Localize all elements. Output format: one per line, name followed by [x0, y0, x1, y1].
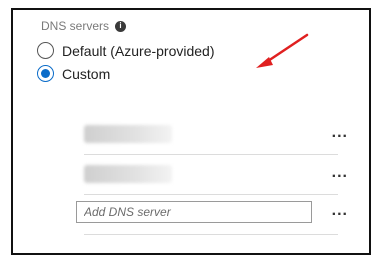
radio-custom[interactable]: Custom — [37, 65, 110, 82]
radio-default-label[interactable]: Default (Azure-provided) — [62, 43, 215, 59]
more-options-button[interactable]: ... — [332, 125, 348, 141]
more-options-button[interactable]: ... — [332, 203, 348, 219]
row-divider — [84, 154, 338, 155]
add-dns-server-input[interactable] — [76, 201, 312, 223]
dns-server-row: ... — [72, 119, 348, 155]
radio-selected-dot-icon — [41, 69, 50, 78]
more-options-button[interactable]: ... — [332, 165, 348, 181]
dns-servers-heading: DNS servers i — [41, 19, 127, 33]
dns-servers-label: DNS servers — [41, 19, 110, 33]
add-dns-server-row: ... — [72, 199, 348, 235]
dns-server-value-redacted — [84, 165, 172, 183]
row-divider — [84, 194, 338, 195]
dns-server-value-redacted — [84, 125, 172, 143]
radio-custom-label[interactable]: Custom — [62, 66, 110, 82]
dns-server-row: ... — [72, 159, 348, 195]
radio-default-azure[interactable]: Default (Azure-provided) — [37, 42, 215, 59]
radio-circle-checked-icon[interactable] — [37, 65, 54, 82]
info-icon[interactable]: i — [115, 20, 127, 32]
radio-circle-unchecked-icon[interactable] — [37, 42, 54, 59]
annotation-arrow-icon — [256, 33, 309, 68]
dns-servers-panel: DNS servers i Default (Azure-provided) C… — [11, 8, 371, 255]
row-divider — [84, 234, 338, 235]
